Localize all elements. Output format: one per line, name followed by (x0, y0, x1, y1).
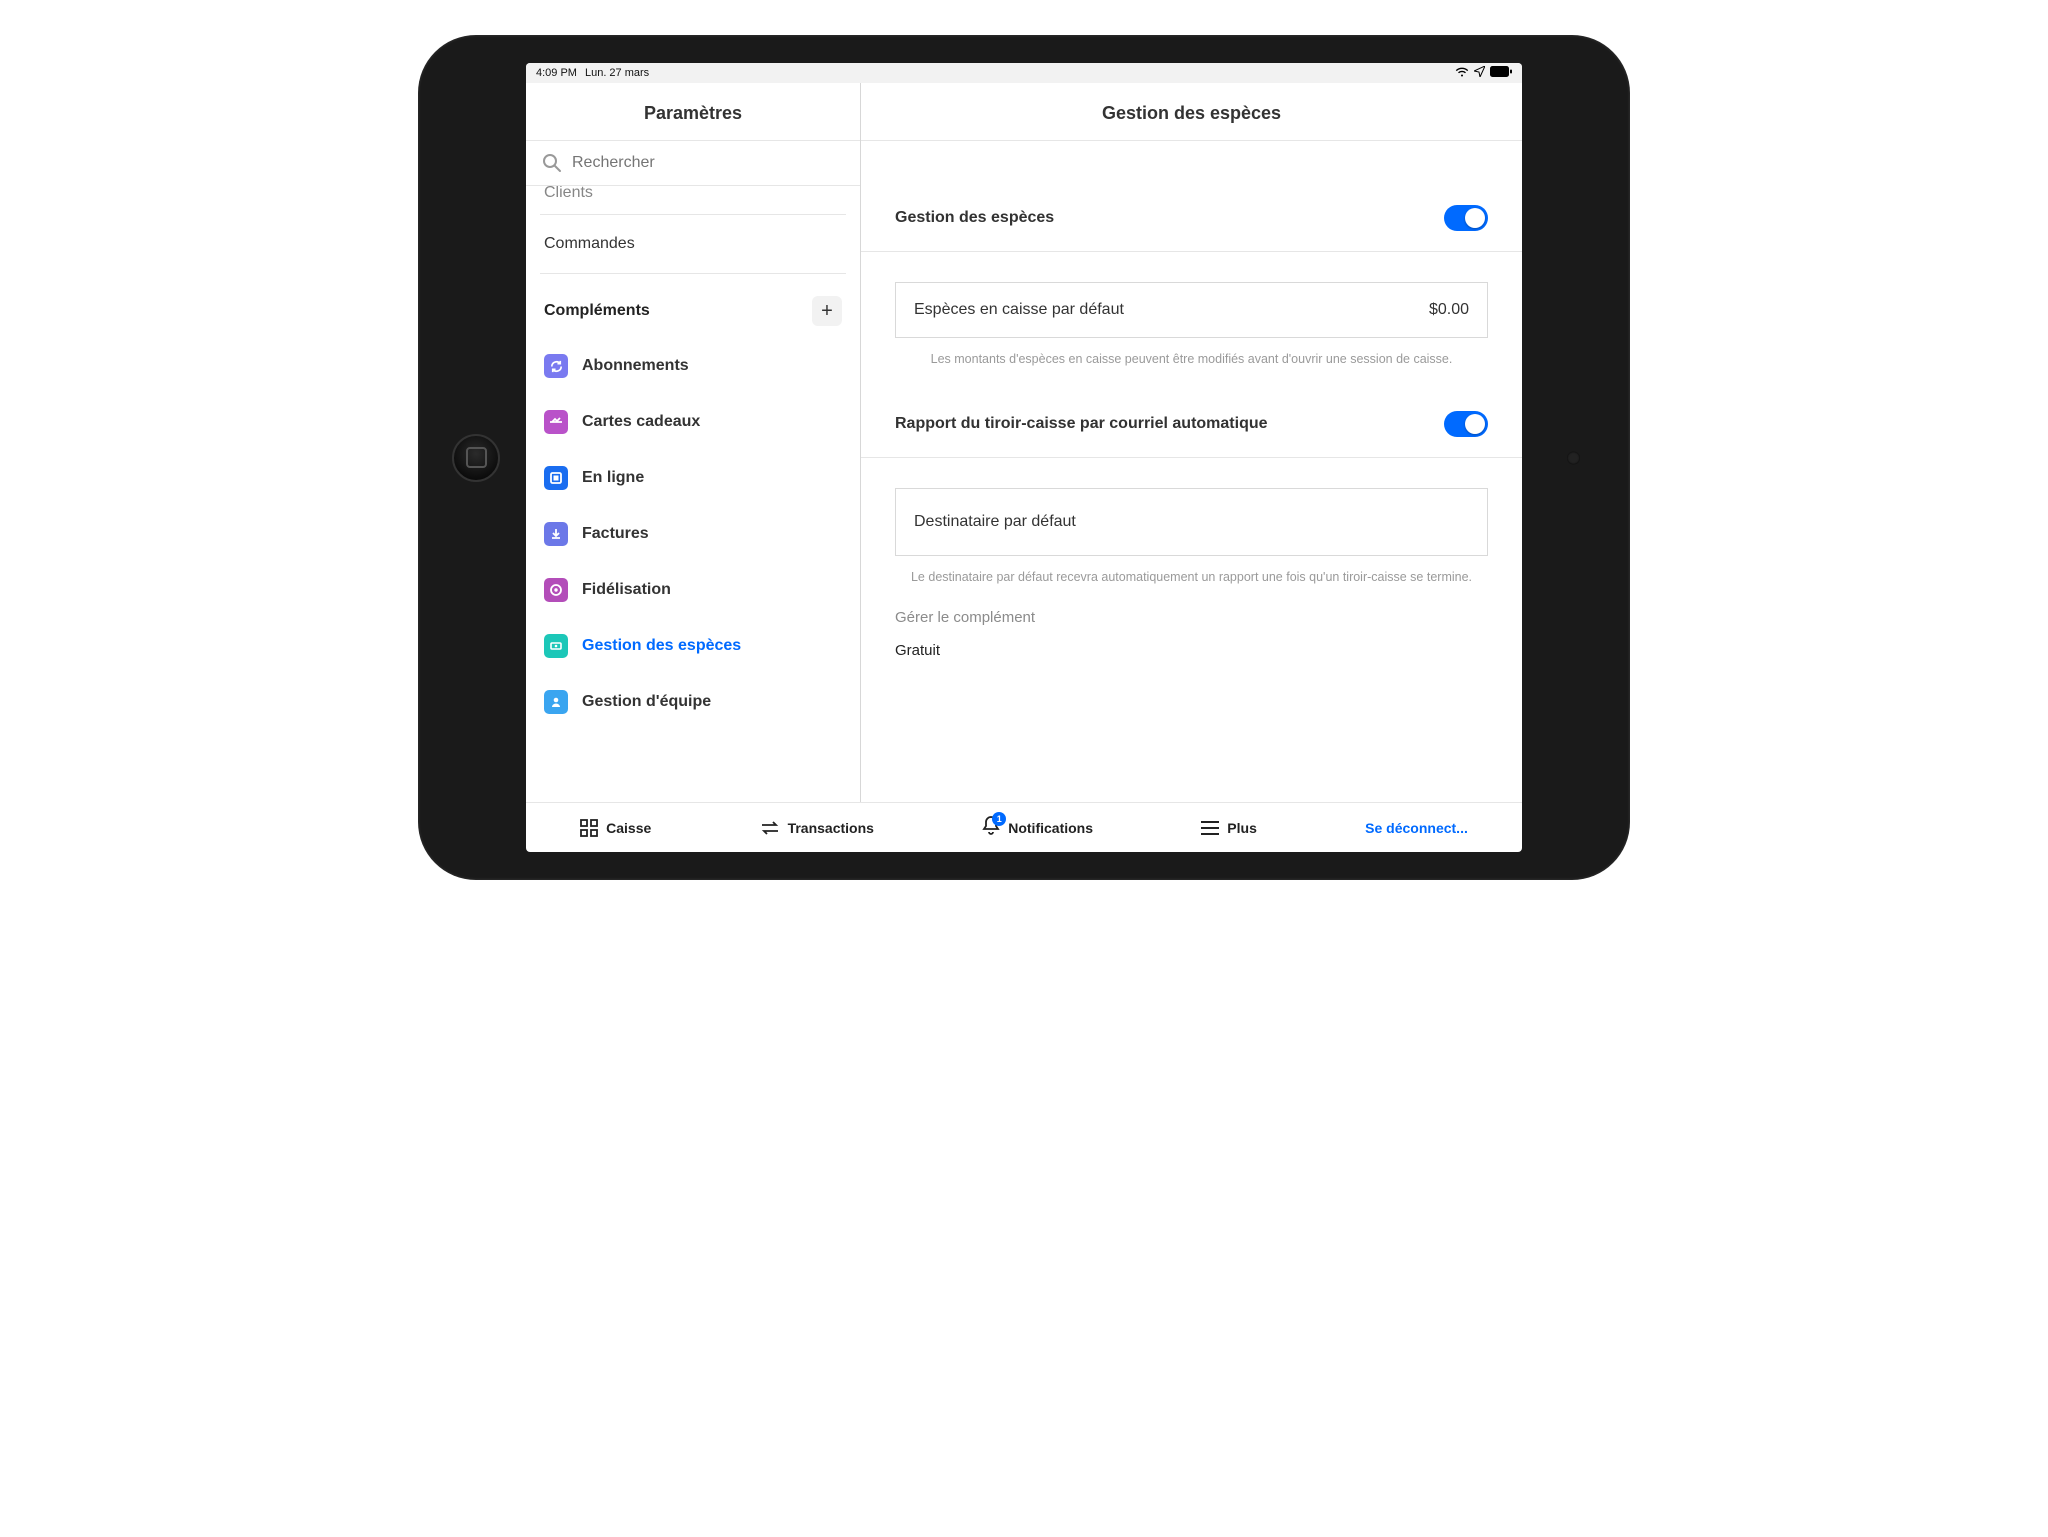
sidebar-item-label: En ligne (582, 469, 644, 487)
status-time: 4:09 PM (536, 67, 577, 79)
tab-label: Notifications (1008, 820, 1093, 836)
search-row[interactable] (526, 141, 860, 186)
manage-complement-label: Gérer le complément (861, 587, 1522, 636)
section-label: Compléments (544, 302, 650, 320)
default-cash-field[interactable]: Espèces en caisse par défaut $0.00 (895, 282, 1488, 338)
tab-label: Se déconnect... (1365, 820, 1468, 836)
tab-transactions[interactable]: Transactions (760, 820, 874, 836)
auto-report-toggle[interactable] (1444, 411, 1488, 437)
tab-notifications[interactable]: 1 Notifications (982, 816, 1093, 839)
online-icon (544, 466, 568, 490)
tab-plus[interactable]: Plus (1201, 820, 1257, 836)
sidebar-item-factures[interactable]: Factures (540, 506, 846, 562)
field-label: Destinataire par défaut (914, 513, 1076, 531)
wifi-icon (1455, 67, 1469, 80)
sidebar-item-label: Gestion des espèces (582, 637, 741, 655)
field-value: $0.00 (1429, 301, 1469, 319)
sidebar-item-clients[interactable]: Clients (540, 186, 846, 215)
sidebar-item-label: Fidélisation (582, 581, 671, 599)
default-cash-hint: Les montants d'espèces en caisse peuvent… (861, 350, 1522, 369)
toggle-row-auto-report: Rapport du tiroir-caisse par courriel au… (861, 387, 1522, 458)
sidebar-item-gestion-equipe[interactable]: Gestion d'équipe (540, 674, 846, 730)
tab-caisse[interactable]: Caisse (580, 819, 651, 837)
home-button[interactable] (452, 434, 500, 482)
status-bar: 4:09 PM Lun. 27 mars (526, 63, 1522, 83)
sidebar-item-label: Cartes cadeaux (582, 413, 700, 431)
menu-icon (1201, 821, 1219, 835)
cash-management-toggle[interactable] (1444, 205, 1488, 231)
main-title: Gestion des espèces (861, 83, 1522, 141)
search-icon (542, 153, 562, 173)
team-icon (544, 690, 568, 714)
sidebar-item-label: Factures (582, 525, 649, 543)
toggle-row-cash-management: Gestion des espèces (861, 181, 1522, 252)
tablet-frame: 4:09 PM Lun. 27 mars Paramètres (418, 35, 1630, 880)
recipient-hint: Le destinataire par défaut recevra autom… (861, 568, 1522, 587)
sidebar-item-gestion-especes[interactable]: Gestion des espèces (540, 618, 846, 674)
invoice-icon (544, 522, 568, 546)
tab-label: Caisse (606, 820, 651, 836)
battery-icon (1490, 66, 1512, 80)
sidebar-item-fidelisation[interactable]: Fidélisation (540, 562, 846, 618)
loyalty-icon (544, 578, 568, 602)
field-label: Espèces en caisse par défaut (914, 301, 1124, 319)
location-icon (1474, 66, 1485, 80)
refresh-icon (544, 354, 568, 378)
manage-complement-value: Gratuit (861, 636, 1522, 671)
sidebar: Paramètres Clients Commandes Compléments… (526, 83, 861, 802)
sidebar-item-commandes[interactable]: Commandes (540, 215, 846, 274)
default-recipient-field[interactable]: Destinataire par défaut (895, 488, 1488, 556)
status-date: Lun. 27 mars (585, 67, 649, 79)
tab-label: Plus (1227, 820, 1257, 836)
notification-badge: 1 (992, 812, 1006, 826)
sidebar-item-abonnements[interactable]: Abonnements (540, 338, 846, 394)
add-complement-button[interactable]: + (812, 296, 842, 326)
toggle-label: Gestion des espèces (895, 209, 1054, 227)
sidebar-item-en-ligne[interactable]: En ligne (540, 450, 846, 506)
toggle-label: Rapport du tiroir-caisse par courriel au… (895, 415, 1268, 433)
logout-link[interactable]: Se déconnect... (1365, 820, 1468, 836)
screen: 4:09 PM Lun. 27 mars Paramètres (526, 63, 1522, 852)
bottom-tabs: Caisse Transactions 1 Notifications Plus… (526, 802, 1522, 852)
main-panel: Gestion des espèces Gestion des espèces … (861, 83, 1522, 802)
sidebar-item-label: Abonnements (582, 357, 689, 375)
front-camera (1567, 451, 1580, 464)
tab-label: Transactions (788, 820, 874, 836)
swap-icon (760, 820, 780, 836)
sidebar-title: Paramètres (526, 83, 860, 141)
grid-icon (580, 819, 598, 837)
sidebar-item-cartes-cadeaux[interactable]: Cartes cadeaux (540, 394, 846, 450)
sidebar-section-complements: Compléments + (540, 274, 846, 338)
sidebar-item-label: Gestion d'équipe (582, 693, 711, 711)
search-input[interactable] (572, 154, 844, 172)
gift-icon (544, 410, 568, 434)
cash-icon (544, 634, 568, 658)
